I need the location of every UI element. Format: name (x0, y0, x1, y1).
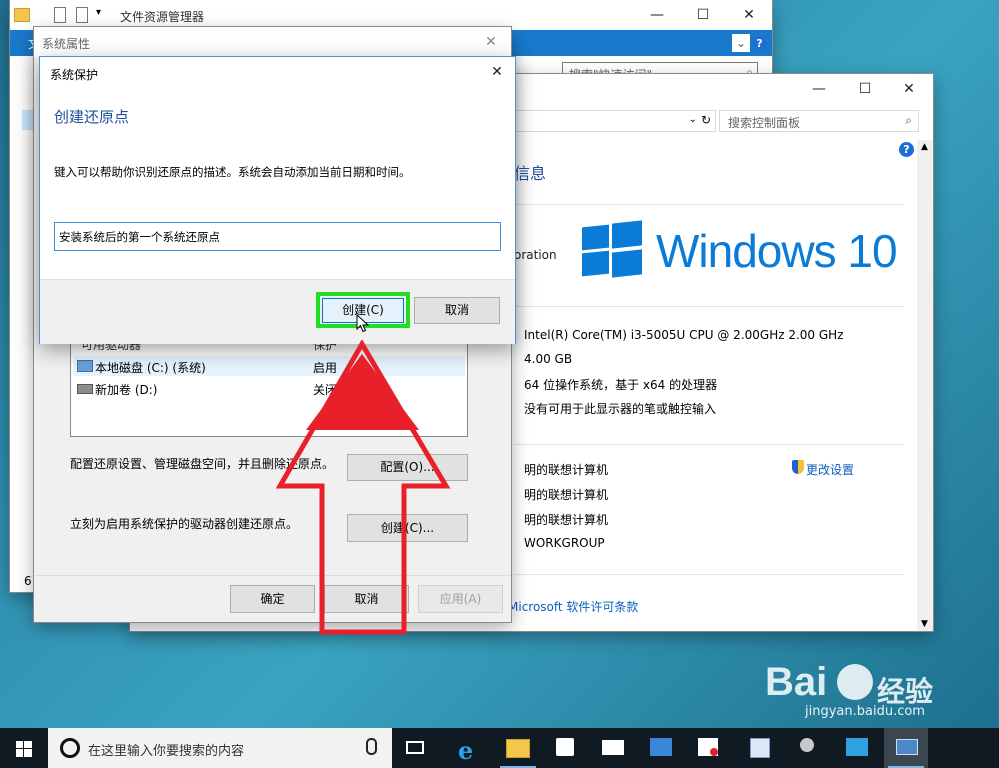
chevron-down-icon[interactable]: ⌄ (689, 114, 697, 125)
recorder-app-icon[interactable] (688, 728, 732, 768)
close-button[interactable]: ✕ (886, 74, 932, 104)
store-icon[interactable] (544, 728, 588, 768)
explorer-titlebar: ▾ 文件资源管理器 — ☐ ✕ (10, 0, 772, 30)
search-icon[interactable]: ⌕ (905, 113, 912, 128)
help-icon[interactable]: ? (899, 142, 914, 157)
change-settings-link[interactable]: 更改设置 (806, 461, 854, 478)
license-terms-link[interactable]: Microsoft 软件许可条款 (508, 598, 638, 615)
create-description: 立刻为启用系统保护的驱动器创建还原点。 (70, 517, 299, 531)
create-restore-point-dialog: 系统保护 ✕ 创建还原点 键入可以帮助你识别还原点的描述。系统会自动添加当前日期… (40, 57, 515, 344)
cortana-icon (60, 738, 80, 758)
divider (514, 444, 904, 445)
computer-description-value: 明的联想计算机 (524, 513, 609, 527)
control-panel-search-placeholder: 搜索控制面板 (728, 116, 801, 130)
drive-icon (77, 384, 93, 394)
annotation-arrow (275, 340, 451, 635)
microphone-icon[interactable] (366, 738, 377, 755)
close-button[interactable]: ✕ (726, 0, 772, 30)
shield-icon (792, 460, 804, 474)
processor-value: Intel(R) Core(TM) i3-5005U CPU @ 2.00GHz… (524, 328, 844, 342)
address-bar[interactable]: ⌄ ↻ (500, 110, 716, 132)
scroll-down-arrow[interactable]: ▼ (921, 619, 928, 629)
maximize-button[interactable]: ☐ (842, 74, 888, 104)
dialog-cancel-button[interactable]: 取消 (414, 297, 500, 324)
dialog-title: 系统保护 (50, 68, 99, 82)
full-computer-name-value: 明的联想计算机 (524, 488, 609, 502)
status-item-count: 6 (24, 574, 32, 588)
corporation-text: oration (514, 248, 557, 262)
page-heading: 信息 (514, 164, 547, 183)
keyboard-app-icon[interactable] (640, 728, 684, 768)
refresh-icon[interactable]: ↻ (701, 113, 711, 127)
system-drive-icon (77, 360, 93, 372)
restore-point-description-value: 安装系统后的第一个系统还原点 (59, 230, 220, 244)
divider (514, 574, 904, 575)
help-icon[interactable]: ? (752, 36, 767, 51)
dialog-description: 键入可以帮助你识别还原点的描述。系统会自动添加当前日期和时间。 (54, 165, 411, 179)
folder-icon (14, 8, 30, 22)
windows-start-icon (16, 741, 32, 757)
system-app-icon[interactable] (884, 728, 928, 768)
divider (514, 306, 904, 307)
windows-10-logo-text: Windows 10 (656, 225, 898, 277)
drive-name: 新加卷 (D:) (95, 383, 158, 397)
close-button[interactable]: ✕ (480, 57, 514, 87)
system-properties-titlebar: 系统属性 ✕ (34, 27, 511, 57)
start-button[interactable] (0, 728, 48, 768)
system-type-value: 64 位操作系统，基于 x64 的处理器 (524, 378, 718, 392)
network-app-icon[interactable] (836, 728, 880, 768)
taskbar-search-box[interactable]: 在这里输入你要搜索的内容 (48, 728, 392, 768)
workgroup-value: WORKGROUP (524, 536, 605, 550)
taskbar-search-placeholder: 在这里输入你要搜索的内容 (88, 744, 245, 759)
control-panel-search-input[interactable]: 搜索控制面板 ⌕ (719, 110, 919, 132)
editor-app-icon[interactable] (738, 728, 782, 768)
computer-name-value: 明的联想计算机 (524, 463, 609, 477)
watermark-brand: Bai (765, 660, 828, 704)
chevron-down-icon[interactable]: ⌄ (732, 34, 750, 52)
minimize-button[interactable]: — (796, 74, 842, 104)
system-properties-title: 系统属性 (42, 37, 91, 51)
edge-icon[interactable]: e (446, 728, 490, 768)
file-explorer-icon[interactable] (496, 728, 540, 768)
divider (514, 204, 904, 205)
maximize-button[interactable]: ☐ (680, 0, 726, 30)
user-app-icon[interactable] (786, 728, 830, 768)
pen-touch-value: 没有可用于此显示器的笔或触控输入 (524, 402, 717, 416)
vertical-scrollbar[interactable]: ▲ ▼ (917, 140, 933, 631)
watermark-url: jingyan.baidu.com (805, 704, 925, 719)
drive-name: 本地磁盘 (C:) (系统) (95, 361, 206, 375)
dialog-heading: 创建还原点 (54, 108, 130, 126)
mouse-cursor-icon (356, 314, 370, 333)
paw-icon (837, 664, 873, 700)
restore-point-description-input[interactable]: 安装系统后的第一个系统还原点 (54, 222, 501, 251)
new-folder-icon[interactable] (76, 7, 88, 23)
ram-value: 4.00 GB (524, 352, 573, 366)
task-view-icon[interactable] (394, 728, 438, 768)
minimize-button[interactable]: — (634, 0, 680, 30)
explorer-title: 文件资源管理器 (120, 10, 205, 24)
properties-icon[interactable] (54, 7, 66, 23)
scroll-up-arrow[interactable]: ▲ (921, 142, 928, 152)
chevron-down-icon[interactable]: ▾ (96, 7, 101, 18)
baidu-watermark: Bai 经验 jingyan.baidu.com (765, 660, 995, 720)
mail-icon[interactable] (592, 728, 636, 768)
windows-logo-icon (582, 220, 642, 278)
close-button[interactable]: ✕ (474, 27, 508, 57)
